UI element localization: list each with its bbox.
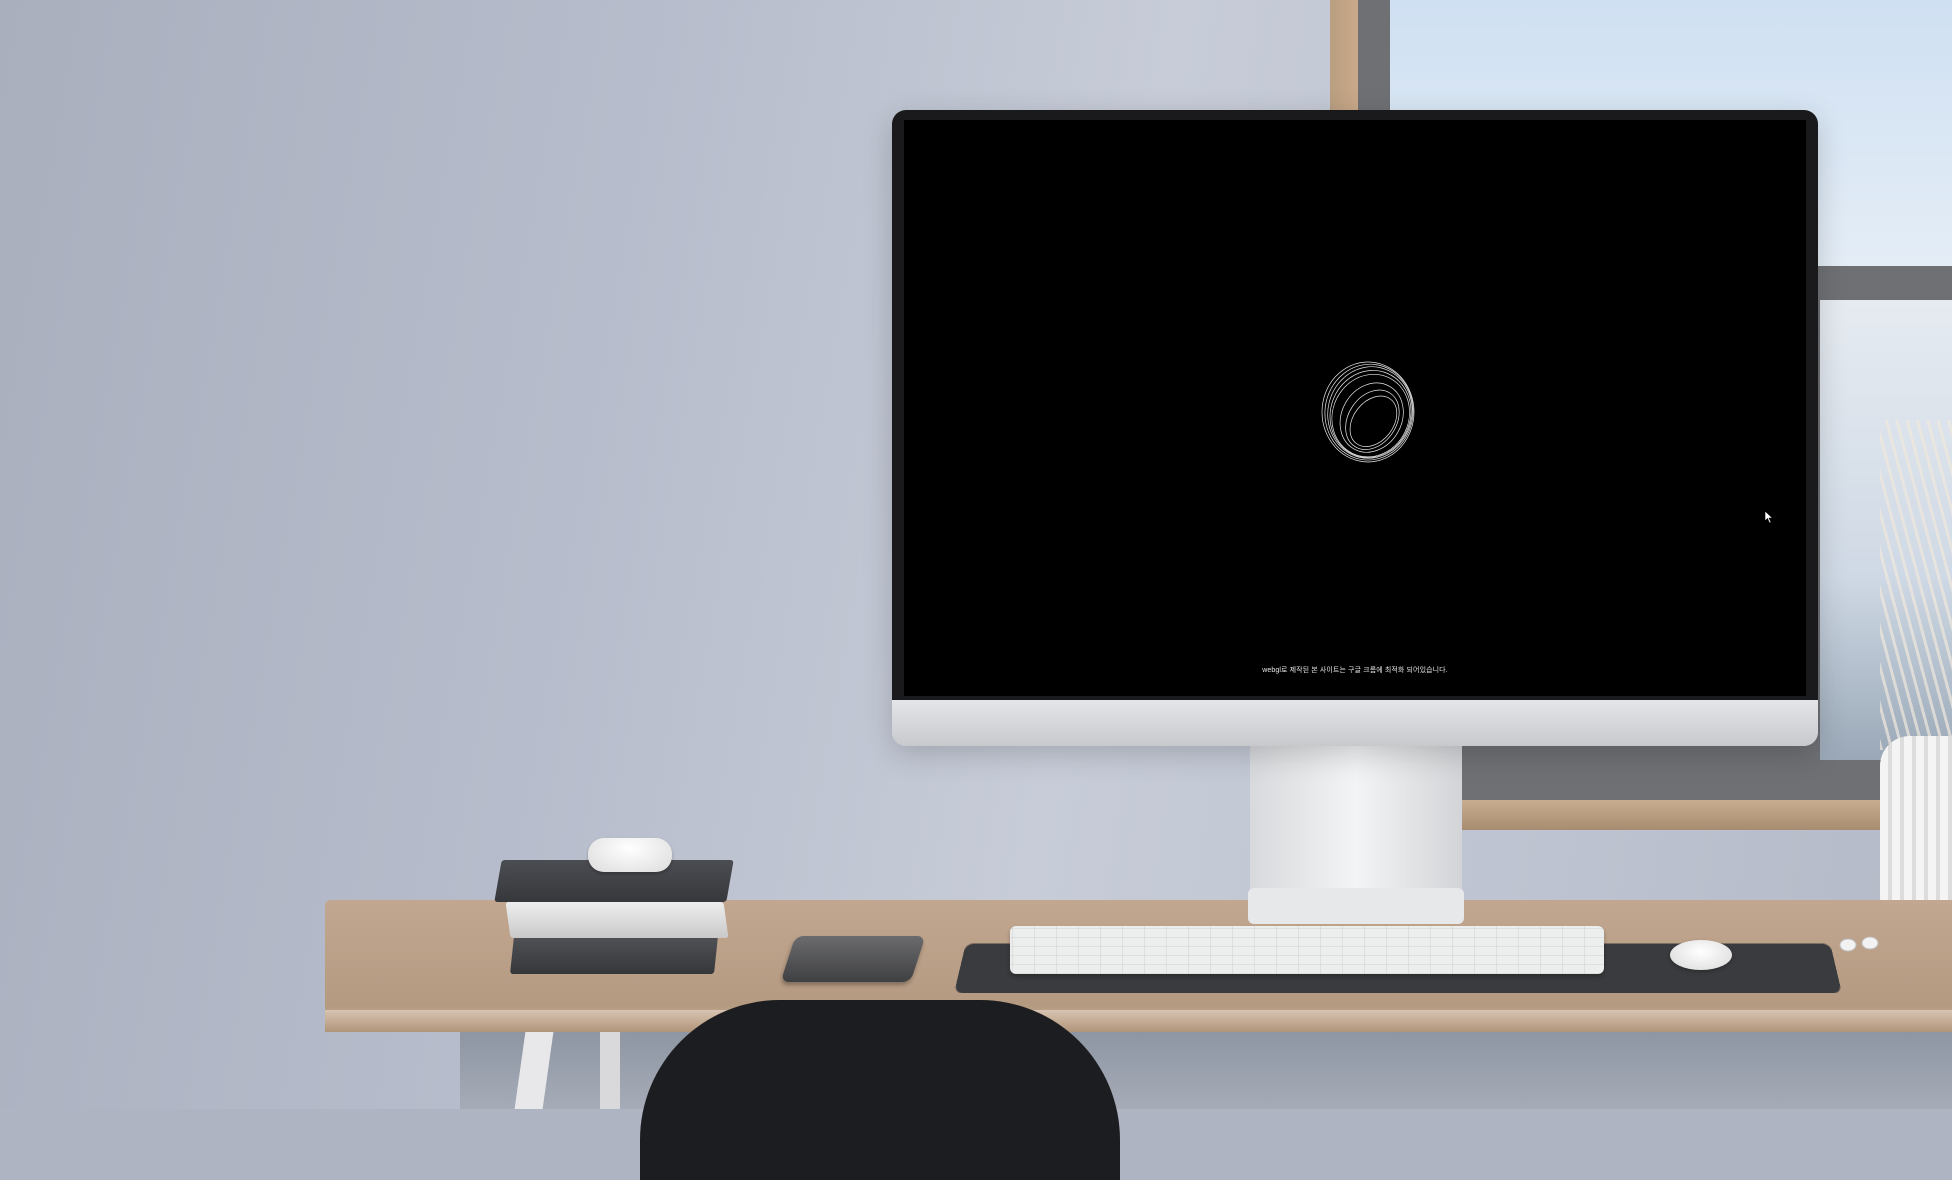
mouse-pointer-icon bbox=[1764, 510, 1774, 524]
book bbox=[505, 902, 728, 938]
spinning-ring-icon bbox=[1316, 360, 1420, 464]
book bbox=[510, 936, 718, 974]
dried-grass-decoration bbox=[1880, 420, 1952, 750]
monitor-bezel: webgl로 제작된 본 사이트는 구글 크롬에 최적화 되어있습니다. bbox=[892, 110, 1818, 700]
monitor-chin bbox=[892, 700, 1818, 746]
monitor-stand-base bbox=[1248, 888, 1464, 924]
desk-leg bbox=[600, 1032, 620, 1109]
monitor-screen[interactable]: webgl로 제작된 본 사이트는 구글 크롬에 최적화 되어있습니다. bbox=[904, 120, 1806, 696]
monitor: webgl로 제작된 본 사이트는 구글 크롬에 최적화 되어있습니다. bbox=[892, 110, 1818, 746]
mouse bbox=[1670, 940, 1732, 970]
keyboard bbox=[1010, 926, 1604, 974]
browser-notice-text: webgl로 제작된 본 사이트는 구글 크롬에 최적화 되어있습니다. bbox=[904, 665, 1806, 675]
monitor-stand bbox=[1250, 744, 1462, 894]
window-trim bbox=[1330, 0, 1358, 120]
airpods bbox=[1838, 934, 1884, 956]
desk-edge bbox=[325, 1010, 1952, 1032]
window-sill bbox=[1460, 800, 1952, 830]
smartphone bbox=[781, 936, 926, 982]
chair bbox=[640, 1000, 1120, 1180]
airpods-case bbox=[588, 838, 672, 872]
